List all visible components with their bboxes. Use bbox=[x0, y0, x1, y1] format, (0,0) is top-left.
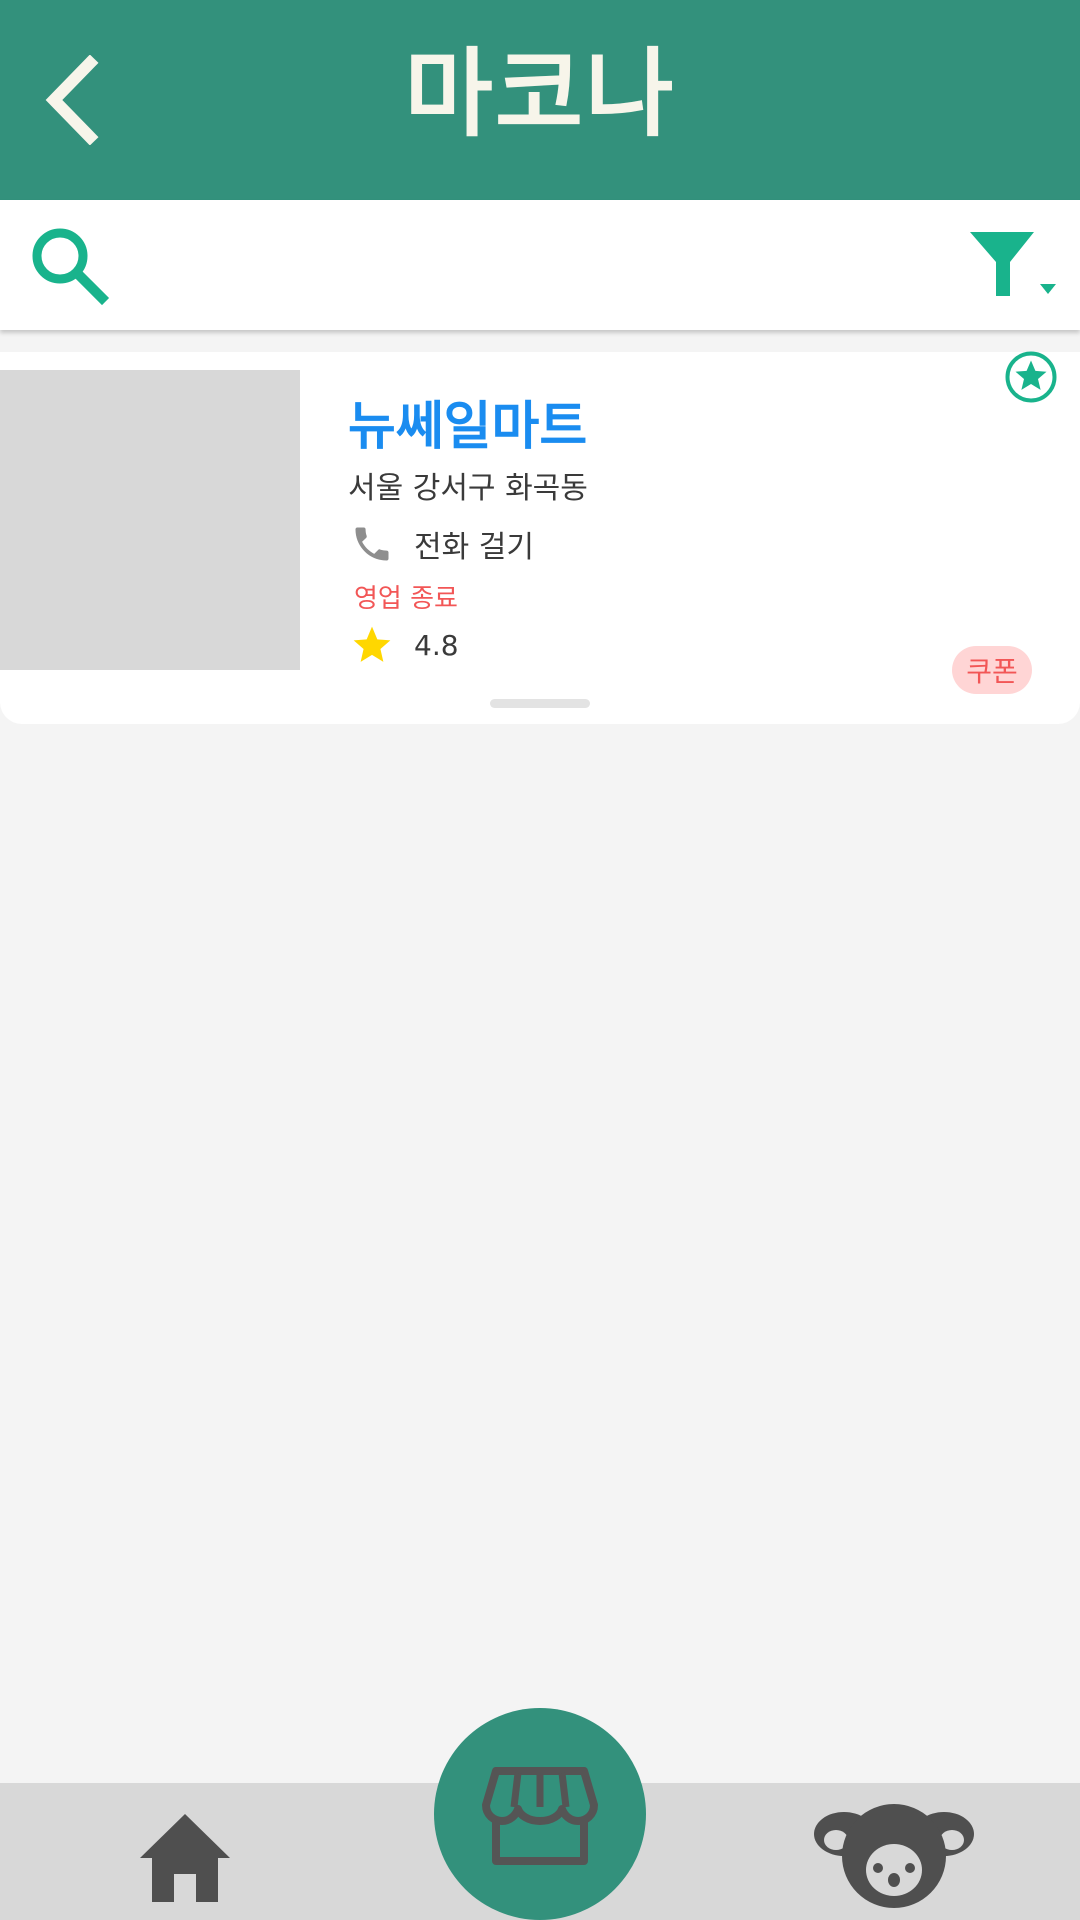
drag-handle[interactable] bbox=[490, 699, 590, 708]
rating: 4.8 bbox=[350, 622, 459, 668]
nav-profile-button[interactable] bbox=[814, 1800, 974, 1910]
home-icon bbox=[140, 1814, 230, 1902]
star-icon bbox=[353, 626, 391, 662]
filter-button[interactable] bbox=[960, 226, 1060, 306]
page-title: 마코나 bbox=[404, 38, 676, 150]
app-header: 마코나 bbox=[0, 0, 1080, 200]
nav-store-button[interactable] bbox=[434, 1708, 646, 1920]
store-thumbnail bbox=[0, 370, 300, 670]
phone-icon bbox=[355, 527, 389, 561]
search-icon bbox=[32, 228, 110, 306]
store-name[interactable]: 뉴쎄일마트 bbox=[348, 392, 587, 462]
star-circle-icon bbox=[1005, 351, 1057, 403]
search-input[interactable] bbox=[130, 230, 930, 300]
call-button[interactable]: 전화 걸기 bbox=[350, 520, 534, 568]
koala-icon bbox=[814, 1804, 974, 1908]
call-label: 전화 걸기 bbox=[414, 530, 534, 565]
search-bar bbox=[0, 200, 1080, 330]
favorite-button[interactable] bbox=[1004, 350, 1058, 404]
store-icon bbox=[482, 1767, 598, 1865]
business-status: 영업 종료 bbox=[354, 584, 458, 614]
app-root: 마코나 뉴쎄일마트 서울 강서구 화곡동 전화 걸기 영업 종료 4.8 쿠폰 bbox=[0, 0, 1080, 1920]
filter-icon bbox=[970, 232, 1056, 296]
search-button[interactable] bbox=[28, 224, 112, 308]
store-card[interactable]: 뉴쎄일마트 서울 강서구 화곡동 전화 걸기 영업 종료 4.8 쿠폰 bbox=[0, 352, 1080, 724]
nav-home-button[interactable] bbox=[130, 1808, 240, 1908]
store-address: 서울 강서구 화곡동 bbox=[348, 471, 588, 506]
rating-value: 4.8 bbox=[414, 628, 459, 662]
coupon-badge[interactable]: 쿠폰 bbox=[952, 646, 1032, 694]
